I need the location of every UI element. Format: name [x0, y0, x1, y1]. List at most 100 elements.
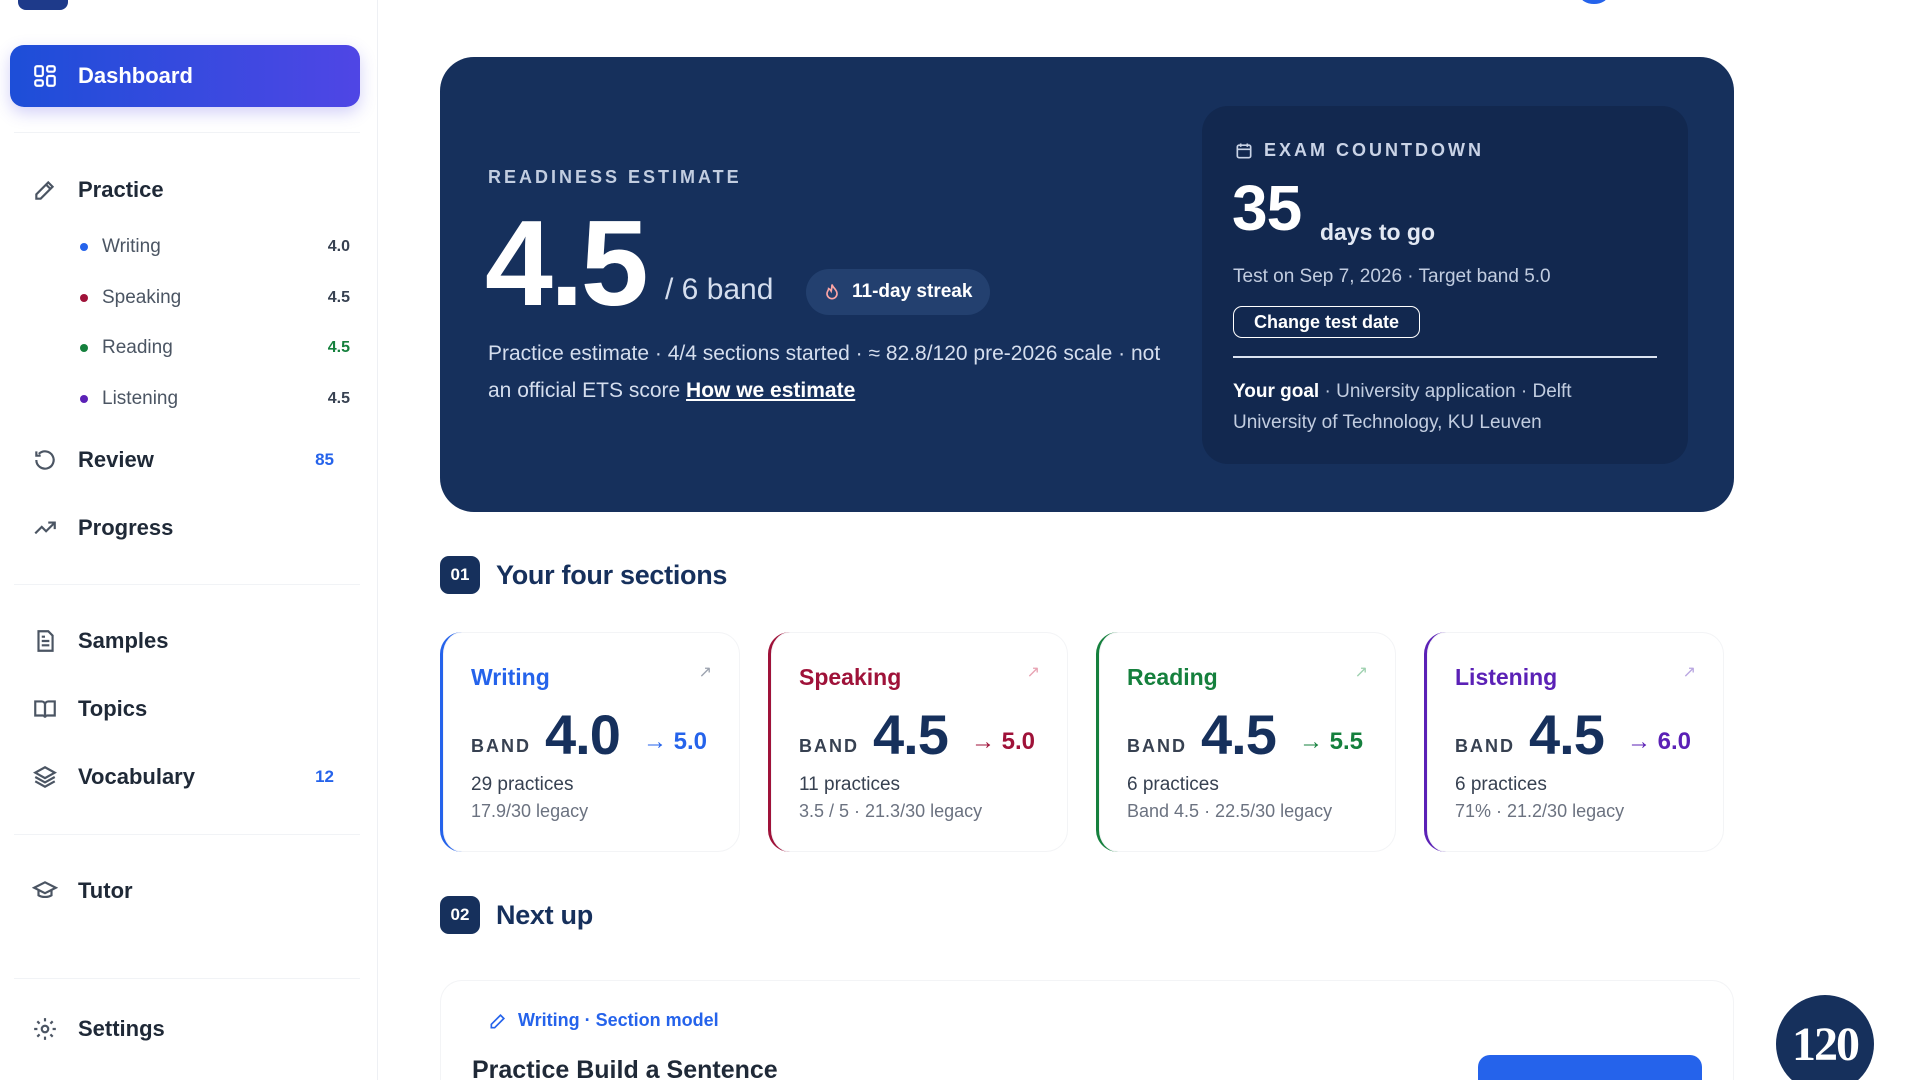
sidebar-item-label: Review — [78, 447, 154, 472]
subitem-label: Reading — [102, 337, 173, 358]
arrow-up-right-icon: ↗ — [1682, 664, 1696, 681]
section-title: Next up — [496, 899, 593, 930]
arrow-up-right-icon: ↗ — [1026, 664, 1040, 681]
sidebar-item-label: Tutor — [78, 878, 133, 903]
layers-icon — [30, 762, 60, 792]
next-up-tag: Writing · Section model — [488, 1010, 719, 1031]
sidebar-subitem-listening[interactable]: Listening 4.5 — [80, 379, 350, 419]
band-label: BAND — [1455, 736, 1515, 756]
readiness-score: 4.5 — [485, 195, 649, 331]
card-target: → 5.5 — [1299, 728, 1364, 755]
sidebar: Dashboard Practice Writing 4.0 Speaking … — [0, 0, 378, 1080]
section-card-writing[interactable]: Writing ↗ BAND 4.0 → 5.0 29 practices 17… — [440, 632, 740, 852]
band-label: BAND — [1127, 736, 1187, 756]
countdown-days-text: days to go — [1320, 219, 1436, 245]
sidebar-item-progress[interactable]: Progress — [10, 497, 360, 559]
book-open-icon — [30, 694, 60, 724]
app-logo[interactable] — [18, 0, 68, 10]
sidebar-item-samples[interactable]: Samples — [10, 610, 360, 672]
start-practice-button[interactable] — [1478, 1055, 1702, 1080]
subitem-label: Listening — [102, 388, 179, 409]
change-test-date-button[interactable]: Change test date — [1233, 306, 1421, 338]
subitem-label: Speaking — [102, 287, 182, 308]
countdown-label: EXAM COUNTDOWN — [1264, 140, 1484, 160]
graduation-cap-icon — [30, 876, 60, 906]
pencil-icon — [30, 175, 60, 205]
vocabulary-count-badge: 12 — [315, 767, 334, 786]
sidebar-item-tutor[interactable]: Tutor — [10, 860, 360, 922]
review-count-badge: 85 — [315, 450, 334, 469]
sidebar-item-label: Progress — [78, 515, 174, 540]
sidebar-divider — [14, 978, 360, 979]
card-target: → 5.0 — [971, 728, 1036, 755]
card-score: 4.5 — [1529, 703, 1605, 766]
sidebar-item-practice[interactable]: Practice — [10, 159, 360, 221]
section-card-listening[interactable]: Listening ↗ BAND 4.5 → 6.0 6 practices 7… — [1424, 632, 1724, 852]
sidebar-item-settings[interactable]: Settings — [10, 998, 360, 1060]
calendar-icon — [1234, 141, 1254, 161]
status-dot — [80, 344, 88, 352]
grid-icon — [30, 61, 60, 91]
section-card-speaking[interactable]: Speaking ↗ BAND 4.5 → 5.0 11 practices 3… — [768, 632, 1068, 852]
next-up-card[interactable]: Writing · Section model Practice Build a… — [440, 980, 1734, 1080]
sidebar-item-dashboard[interactable]: Dashboard — [10, 45, 360, 107]
sidebar-item-label: Vocabulary — [78, 764, 195, 789]
status-dot — [80, 294, 88, 302]
sections-header: 01 Your four sections — [440, 556, 727, 594]
sidebar-divider — [14, 584, 360, 585]
card-practices: 11 practices — [799, 774, 901, 795]
countdown-divider — [1233, 356, 1657, 358]
test-date-line: Test on Sep 7, 2026 · Target band 5.0 — [1233, 266, 1551, 287]
card-practices: 6 practices — [1455, 774, 1547, 795]
exam-countdown-card: EXAM COUNTDOWN 35 days to go Test on Sep… — [1202, 106, 1688, 464]
toefl-120-badge[interactable]: 120 — [1776, 995, 1874, 1080]
card-practices: 29 practices — [471, 774, 574, 795]
subitem-label: Writing — [102, 236, 161, 257]
card-score: 4.5 — [1201, 703, 1277, 766]
sidebar-item-label: Samples — [78, 628, 169, 653]
card-legacy: 17.9/30 legacy — [471, 801, 589, 821]
sidebar-divider — [14, 132, 360, 133]
sidebar-item-review[interactable]: Review 85 — [10, 429, 360, 491]
sidebar-divider — [14, 834, 360, 835]
countdown-days: 35 — [1232, 172, 1302, 244]
readiness-label: READINESS ESTIMATE — [488, 167, 742, 187]
sidebar-item-topics[interactable]: Topics — [10, 678, 360, 740]
sidebar-item-vocabulary[interactable]: Vocabulary 12 — [10, 746, 360, 808]
refresh-icon — [30, 445, 60, 475]
goal-label: Your goal — [1233, 381, 1320, 402]
arrow-up-right-icon: ↗ — [698, 664, 712, 681]
sidebar-subitem-reading[interactable]: Reading 4.5 — [80, 328, 350, 368]
section-card-reading[interactable]: Reading ↗ BAND 4.5 → 5.5 6 practices Ban… — [1096, 632, 1396, 852]
how-we-estimate-link[interactable]: How we estimate — [686, 379, 855, 402]
pencil-icon — [488, 1011, 508, 1031]
card-target: → 6.0 — [1627, 728, 1692, 755]
band-label: BAND — [471, 736, 531, 756]
document-icon — [30, 626, 60, 656]
subitem-score: 4.5 — [327, 339, 350, 356]
section-number: 01 — [440, 556, 480, 594]
card-name: Speaking — [799, 664, 902, 690]
streak-badge: 11-day streak — [806, 269, 991, 315]
subitem-score: 4.5 — [327, 289, 350, 306]
section-title: Your four sections — [496, 559, 728, 590]
flame-icon — [822, 282, 842, 302]
user-avatar[interactable] — [1580, 0, 1608, 4]
card-practices: 6 practices — [1127, 774, 1219, 795]
card-legacy: 71% · 21.2/30 legacy — [1455, 801, 1625, 821]
card-target: → 5.0 — [643, 728, 708, 755]
status-dot — [80, 395, 88, 403]
countdown-header: EXAM COUNTDOWN — [1234, 140, 1484, 161]
section-number: 02 — [440, 896, 480, 934]
next-up-tag-text: Writing · Section model — [518, 1010, 719, 1030]
readiness-band-scale: / 6 band — [665, 273, 774, 306]
sidebar-subitem-speaking[interactable]: Speaking 4.5 — [80, 278, 350, 318]
sidebar-item-label: Topics — [78, 696, 148, 721]
card-name: Listening — [1455, 664, 1558, 690]
card-legacy: 3.5 / 5 · 21.3/30 legacy — [799, 801, 983, 821]
trending-up-icon — [30, 513, 60, 543]
arrow-up-right-icon: ↗ — [1354, 664, 1368, 681]
next-up-title: Practice Build a Sentence — [472, 1056, 778, 1080]
next-up-header: 02 Next up — [440, 896, 593, 934]
sidebar-subitem-writing[interactable]: Writing 4.0 — [80, 227, 350, 267]
